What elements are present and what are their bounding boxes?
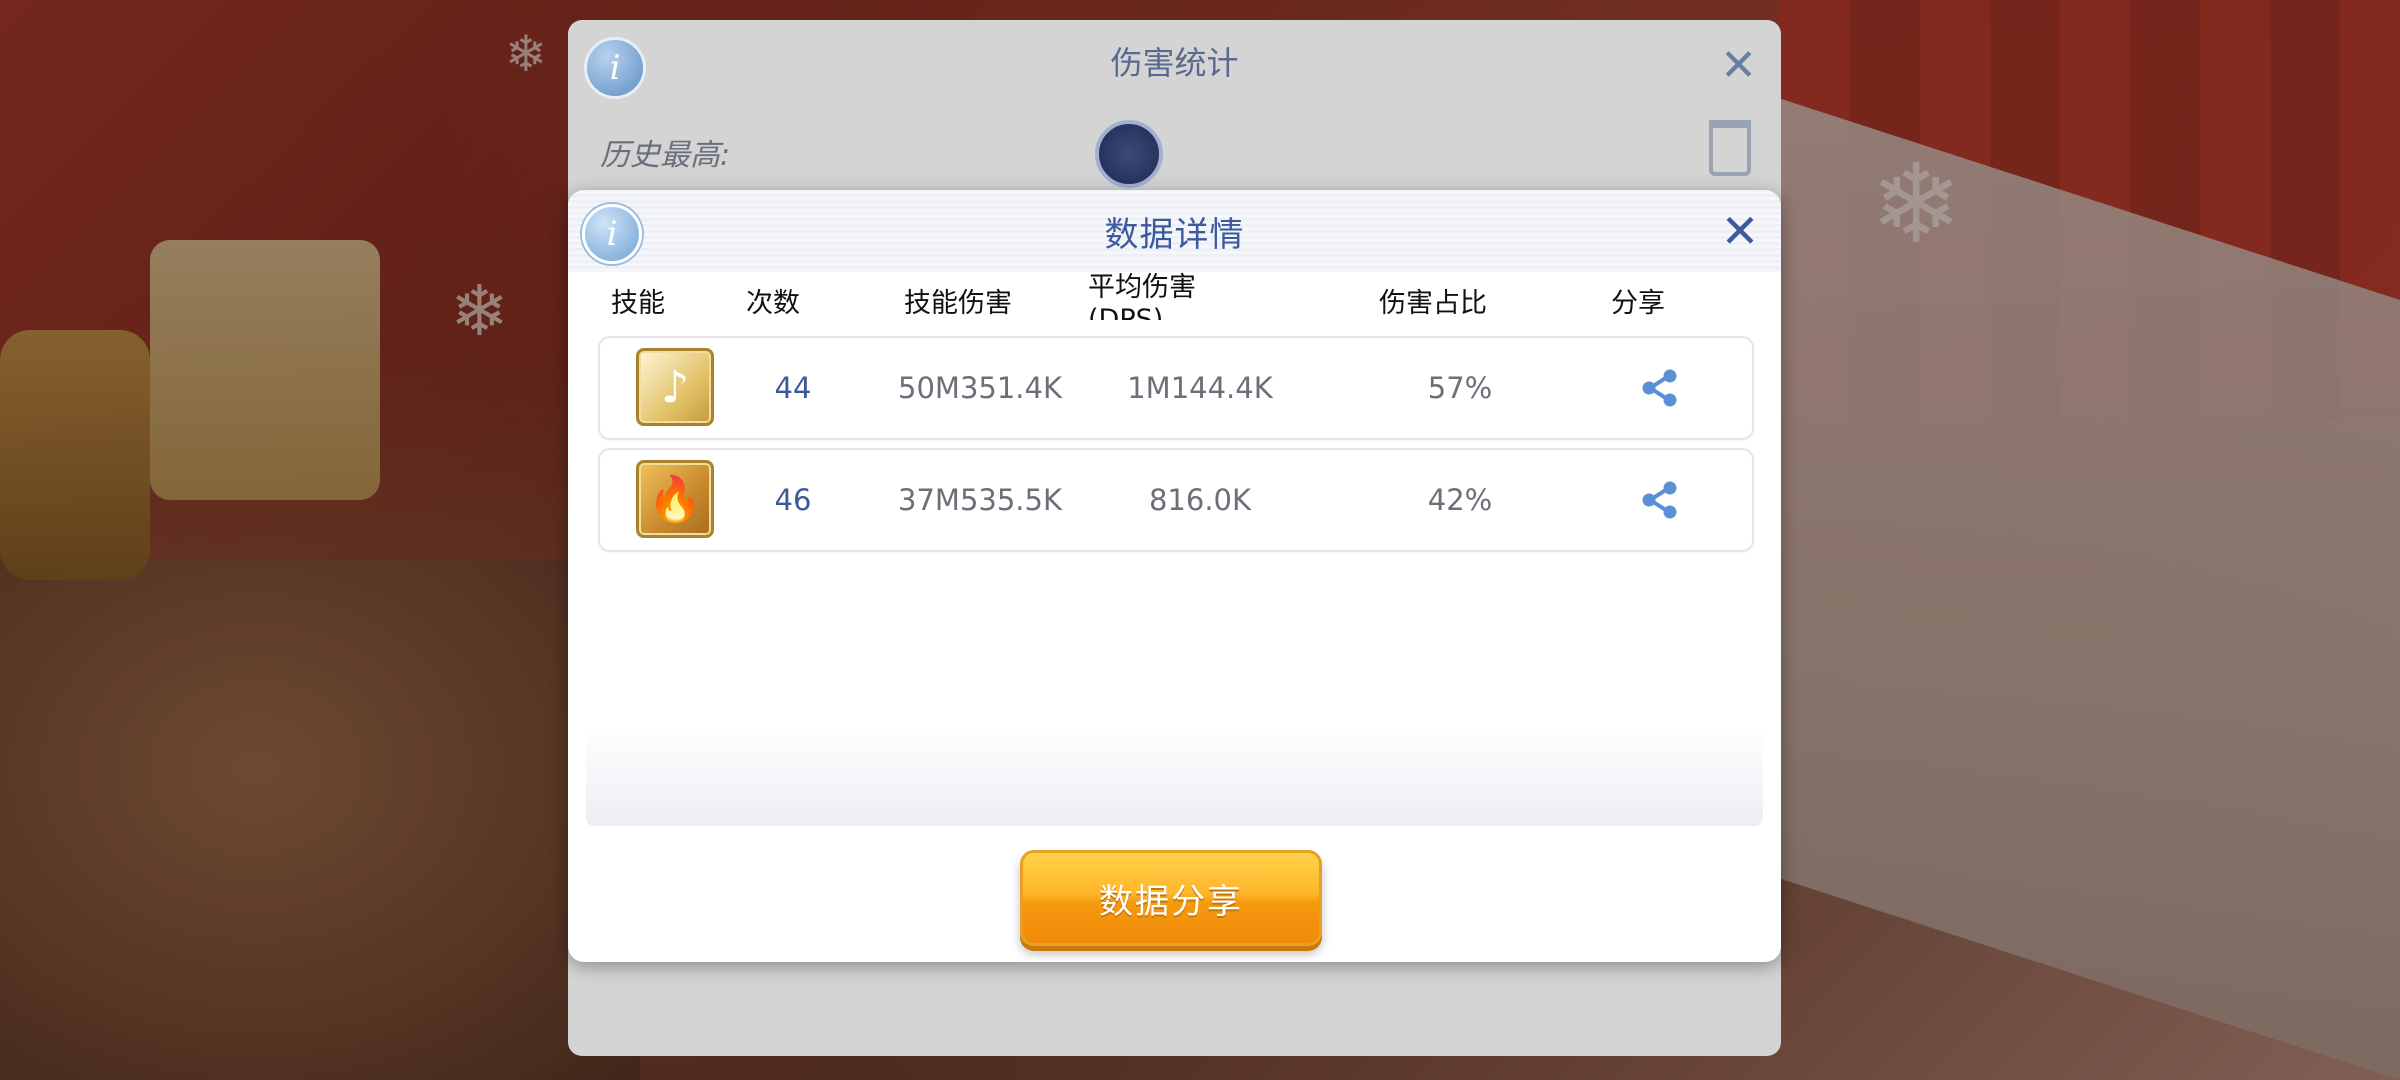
average-dps: 816.0K — [1148, 483, 1252, 517]
dialog-title: 数据详情 — [1104, 214, 1245, 255]
info-icon[interactable]: i — [584, 37, 646, 99]
damage-stats-header: 伤害统计 — [568, 20, 1781, 102]
share-icon[interactable] — [1640, 480, 1680, 520]
dialog-header: 数据详情 — [568, 190, 1781, 272]
share-icon[interactable] — [1640, 368, 1680, 408]
info-icon[interactable]: i — [582, 204, 642, 264]
flame-skill-icon: 🔥 — [636, 460, 714, 538]
music-note-skill-icon: ♪ — [636, 348, 714, 426]
skill-list[interactable]: ♪ 44 50M351.4K 1M144.4K 57% 🔥 46 37M535.… — [586, 320, 1763, 826]
hit-count: 46 — [774, 483, 812, 517]
column-header-share: 分享 — [1611, 287, 1665, 319]
column-header-ratio: 伤害占比 — [1379, 287, 1487, 319]
table-row: ♪ 44 50M351.4K 1M144.4K 57% — [598, 336, 1754, 440]
damage-ratio: 57% — [1427, 371, 1493, 405]
trash-icon[interactable] — [1709, 120, 1751, 176]
close-icon[interactable]: ✕ — [1715, 206, 1765, 256]
data-details-dialog: 数据详情 i ✕ 技能 次数 技能伤害 平均伤害(DPS) 伤害占比 分享 ♪ … — [568, 190, 1781, 962]
table-row: 🔥 46 37M535.5K 816.0K 42% — [598, 448, 1754, 552]
history-best-label: 历史最高: — [600, 138, 731, 173]
skill-damage: 50M351.4K — [898, 371, 1062, 405]
column-header-skill: 技能 — [611, 287, 665, 319]
damage-stats-title: 伤害统计 — [1110, 44, 1239, 82]
damage-ratio: 42% — [1427, 483, 1493, 517]
hit-count: 44 — [774, 371, 812, 405]
column-header-damage: 技能伤害 — [904, 287, 1012, 319]
column-header-dps: 平均伤害(DPS) — [1088, 272, 1196, 335]
close-icon[interactable]: ✕ — [1720, 40, 1757, 91]
player-badge-icon — [1095, 120, 1163, 188]
data-share-button[interactable]: 数据分享 — [1020, 850, 1322, 946]
skill-damage: 37M535.5K — [898, 483, 1062, 517]
average-dps: 1M144.4K — [1127, 371, 1273, 405]
column-header-count: 次数 — [746, 287, 800, 319]
